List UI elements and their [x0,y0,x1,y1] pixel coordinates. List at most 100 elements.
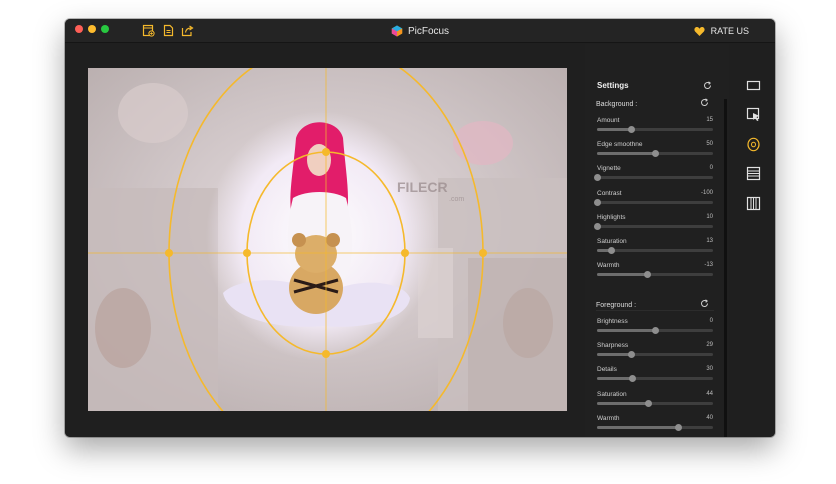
rectangle-icon[interactable] [746,78,761,93]
settings-panel: Settings Background : Amount 15 Edge smoot… [585,44,729,437]
app-window: PicFocus RATE US FILECR .com Settings Ba… [65,19,775,437]
slider-track[interactable] [597,271,713,279]
slider-value: -13 [704,262,713,269]
slider-vignette[interactable]: Vignette 0 [594,165,713,183]
settings-scrollbar[interactable] [724,99,727,437]
slider-label: Contrast [597,189,622,197]
slider-fill [597,128,631,131]
slider-saturation[interactable]: Saturation 13 [596,238,713,256]
horizontal-lines-icon[interactable] [746,166,761,181]
background-section-title: Background : [596,101,638,108]
canvas-area: FILECR .com [65,44,585,437]
photo-canvas[interactable]: FILECR .com [88,68,567,411]
slider-sharpness[interactable]: Sharpness 29 [596,342,713,360]
slider-knob[interactable] [652,150,659,158]
reset-all-icon[interactable] [703,81,712,90]
select-area-icon[interactable] [746,107,761,122]
slider-value: 29 [706,342,713,349]
slider-value: -100 [700,189,713,196]
slider-track[interactable] [597,150,713,158]
slider-warmth[interactable]: Warmth 40 [596,415,713,433]
slider-label: Brightness [597,318,628,325]
slider-label: Sharpness [597,342,629,350]
heart-icon [694,26,705,36]
slider-fill [597,152,655,156]
slider-label: Vignette [597,165,621,173]
tool-strip [729,44,775,437]
rate-us-button[interactable]: RATE US [694,19,749,43]
slider-track[interactable] [594,222,713,230]
outer-right-handle[interactable] [479,249,487,257]
slider-fill [597,425,679,429]
foreground-section-title: Foreground : [596,302,637,309]
slider-knob[interactable] [594,222,601,230]
slider-track[interactable] [594,198,713,206]
slider-value: 30 [706,366,713,373]
slider-track[interactable] [597,327,713,334]
inner-right-handle[interactable] [401,249,409,257]
slider-track[interactable] [594,174,713,182]
slider-fill [597,401,649,405]
picfocus-logo-icon [391,25,403,37]
slider-details[interactable]: Details 30 [596,366,713,384]
slider-label: Warmth [597,414,620,422]
slider-knob[interactable] [607,247,615,254]
inner-top-handle[interactable] [322,148,330,156]
slider-value: 40 [706,414,713,421]
slider-value: 13 [706,238,713,244]
slider-track[interactable] [597,375,713,383]
slider-label: Details [597,366,617,374]
slider-knob[interactable] [675,423,683,431]
slider-value: 0 [709,318,713,324]
section-divider [596,310,714,311]
slider-knob[interactable] [627,351,635,359]
watermark-suffix: .com [449,196,464,203]
slider-knob[interactable] [594,198,601,206]
slider-track[interactable] [597,423,713,431]
inner-bottom-handle[interactable] [322,350,330,358]
slider-track[interactable] [597,351,713,359]
slider-label: Saturation [597,390,627,398]
outer-left-handle[interactable] [165,249,173,257]
slider-knob[interactable] [627,126,635,133]
slider-edge-smoothne[interactable]: Edge smoothne 50 [596,141,713,159]
inner-left-handle[interactable] [243,249,251,257]
slider-label: Amount [597,117,620,124]
slider-track[interactable] [597,247,713,254]
slider-knob[interactable] [652,327,659,334]
slider-fill [597,377,632,381]
slider-label: Edge smoothne [597,141,643,149]
slider-track[interactable] [597,399,713,407]
slider-value: 10 [706,213,713,220]
watermark-brand: FILECR [397,179,448,195]
vertical-lines-icon[interactable] [746,196,761,211]
reset-foreground-icon[interactable] [700,299,709,308]
slider-saturation[interactable]: Saturation 44 [596,391,713,409]
app-title-text: PicFocus [407,25,450,37]
slider-track[interactable] [597,126,713,133]
slider-warmth[interactable]: Warmth -13 [596,262,713,280]
slider-highlights[interactable]: Highlights 10 [594,213,713,232]
slider-contrast[interactable]: Contrast -100 [594,189,713,208]
slider-knob[interactable] [628,375,636,383]
slider-value: 15 [706,117,713,123]
slider-brightness[interactable]: Brightness 0 [596,318,713,336]
reset-background-icon[interactable] [700,98,709,107]
slider-knob[interactable] [643,271,651,279]
title-bar: PicFocus RATE US [65,19,775,43]
slider-knob[interactable] [594,174,601,182]
slider-fill [597,353,631,357]
slider-amount[interactable]: Amount 15 [596,117,713,135]
radial-focus-icon[interactable] [746,137,761,152]
rate-us-label: RATE US [710,26,749,36]
slider-value: 50 [706,141,713,148]
slider-fill [597,273,647,277]
slider-label: Warmth [597,262,620,270]
slider-value: 0 [709,165,713,172]
slider-knob[interactable] [645,399,653,407]
app-title: PicFocus [65,19,775,43]
slider-label: Saturation [597,238,627,245]
slider-label: Highlights [597,213,626,221]
slider-fill [597,329,655,332]
settings-title: Settings [597,81,629,90]
